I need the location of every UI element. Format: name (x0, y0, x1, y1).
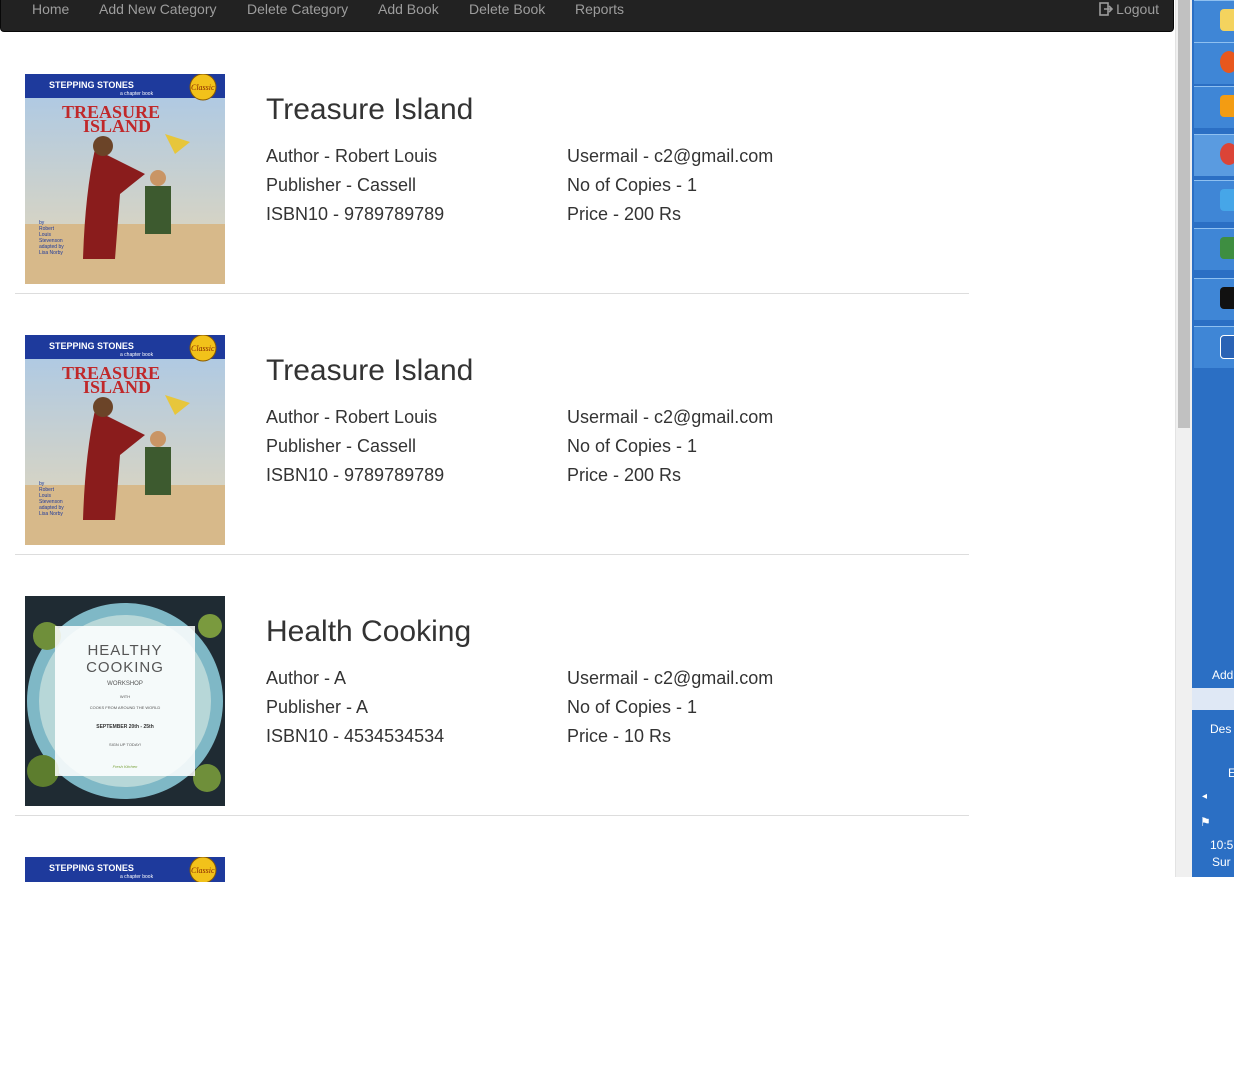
svg-text:Classic: Classic (191, 866, 215, 875)
svg-text:STEPPING STONES: STEPPING STONES (49, 341, 134, 351)
taskbar-button[interactable] (1194, 326, 1234, 368)
terminal-icon (1220, 287, 1234, 309)
nav-reports[interactable]: Reports (575, 1, 624, 17)
scroll-left-icon[interactable]: ◂ (1202, 790, 1207, 804)
svg-text:Classic: Classic (191, 83, 215, 92)
book-author: Author - Robert Louis (266, 407, 438, 427)
vertical-scrollbar[interactable] (1175, 0, 1192, 877)
svg-text:a chapter book: a chapter book (120, 352, 154, 358)
svg-text:a chapter book: a chapter book (120, 874, 154, 880)
book-cover-image[interactable]: STEPPING STONES a chapter book Classic T… (25, 74, 225, 284)
svg-text:HEALTHY: HEALTHY (87, 642, 162, 659)
svg-text:ISLAND: ISLAND (83, 377, 151, 397)
book-usermail: Usermail - c2@gmail.com (567, 146, 774, 166)
svg-text:WITH: WITH (120, 694, 130, 699)
book-usermail: Usermail - c2@gmail.com (567, 668, 774, 688)
book-publisher: Publisher - Cassell (266, 436, 417, 456)
taskbar-button[interactable] (1194, 278, 1234, 320)
top-navbar: Home Add New Category Delete Category Ad… (0, 0, 1174, 32)
taskbar-button[interactable] (1194, 42, 1234, 84)
book-publisher: Publisher - A (266, 697, 369, 717)
book-title: Treasure Island (266, 354, 474, 387)
clock-day[interactable]: Sur (1212, 855, 1231, 869)
svg-text:Classic: Classic (191, 344, 215, 353)
svg-text:WORKSHOP: WORKSHOP (107, 681, 143, 687)
nav-delete-book[interactable]: Delete Book (469, 1, 545, 17)
svg-text:ISLAND: ISLAND (83, 116, 151, 136)
taskbar-label: Add (1212, 668, 1234, 682)
book-isbn: ISBN10 - 9789789789 (266, 465, 445, 485)
logout-link[interactable]: Logout (1099, 1, 1159, 17)
book-copies: No of Copies - 1 (567, 436, 698, 456)
taskbar-button[interactable] (1194, 228, 1234, 270)
book-item: STEPPING STONES a chapter book Classic T… (15, 294, 969, 555)
scrollbar-thumb[interactable] (1178, 0, 1190, 428)
nav-add-book[interactable]: Add Book (378, 1, 439, 17)
book-cover-image[interactable]: HEALTHY COOKING WORKSHOP WITH COOKS FROM… (25, 596, 225, 806)
book-author: Author - A (266, 668, 347, 688)
book-isbn: ISBN10 - 9789789789 (266, 204, 445, 224)
taskbar-button[interactable] (1194, 0, 1234, 42)
taskbar-label: Des (1210, 722, 1232, 736)
file-explorer-icon (1220, 9, 1234, 31)
taskbar-button[interactable] (1194, 86, 1234, 128)
book-title: Health Cooking (266, 615, 472, 648)
svg-text:STEPPING STONES: STEPPING STONES (49, 863, 134, 873)
svg-text:SIGN UP TODAY!: SIGN UP TODAY! (109, 742, 141, 747)
book-copies: No of Copies - 1 (567, 175, 698, 195)
taskbar-label: E (1228, 766, 1234, 780)
notification-flag-icon[interactable]: ⚑ (1200, 815, 1211, 829)
book-item: HEALTHY COOKING WORKSHOP WITH COOKS FROM… (15, 555, 969, 816)
book-isbn: ISBN10 - 4534534534 (266, 726, 445, 746)
media-player-icon (1220, 95, 1234, 117)
spreadsheet-icon (1220, 237, 1234, 259)
book-publisher: Publisher - Cassell (266, 175, 417, 195)
nav-add-new-category[interactable]: Add New Category (99, 1, 217, 17)
svg-text:Fresh Kitchen: Fresh Kitchen (113, 764, 138, 769)
book-price: Price - 200 Rs (567, 465, 682, 485)
clock-time[interactable]: 10:5 (1210, 838, 1233, 852)
logout-icon (1099, 2, 1114, 16)
taskbar-button[interactable] (1194, 180, 1234, 222)
book-title: Treasure Island (266, 93, 474, 126)
taskbar-input[interactable] (1192, 688, 1234, 710)
nav-delete-category[interactable]: Delete Category (247, 1, 348, 17)
book-price: Price - 200 Rs (567, 204, 682, 224)
svg-text:COOKS FROM AROUND THE WORLD: COOKS FROM AROUND THE WORLD (90, 705, 161, 710)
svg-text:a chapter book: a chapter book (120, 91, 154, 97)
logout-label: Logout (1116, 1, 1159, 17)
book-price: Price - 10 Rs (567, 726, 672, 746)
firefox-icon (1220, 51, 1234, 73)
book-cover-image[interactable]: STEPPING STONES a chapter book Classic (25, 857, 225, 882)
taskbar-button[interactable] (1194, 134, 1234, 176)
book-item: STEPPING STONES a chapter book Classic (15, 816, 969, 1076)
chrome-icon (1220, 143, 1234, 165)
book-author: Author - Robert Louis (266, 146, 438, 166)
book-item: STEPPING STONES a chapter book Classic T… (15, 33, 969, 294)
svg-text:SEPTEMBER 20th - 25th: SEPTEMBER 20th - 25th (96, 724, 154, 730)
book-copies: No of Copies - 1 (567, 697, 698, 717)
windows-taskbar: Add Des E ◂ ⚑ 10:5 Sur (1192, 0, 1234, 877)
svg-text:Lisa Norby: Lisa Norby (39, 250, 63, 256)
book-usermail: Usermail - c2@gmail.com (567, 407, 774, 427)
word-icon (1220, 335, 1234, 359)
svg-text:COOKING: COOKING (86, 659, 164, 676)
book-list: STEPPING STONES a chapter book Classic T… (15, 33, 969, 1076)
nav-home[interactable]: Home (32, 1, 69, 17)
book-cover-image[interactable]: STEPPING STONES a chapter book Classic T… (25, 335, 225, 545)
svg-text:STEPPING STONES: STEPPING STONES (49, 80, 134, 90)
app-icon (1220, 189, 1234, 211)
svg-text:Lisa Norby: Lisa Norby (39, 511, 63, 517)
